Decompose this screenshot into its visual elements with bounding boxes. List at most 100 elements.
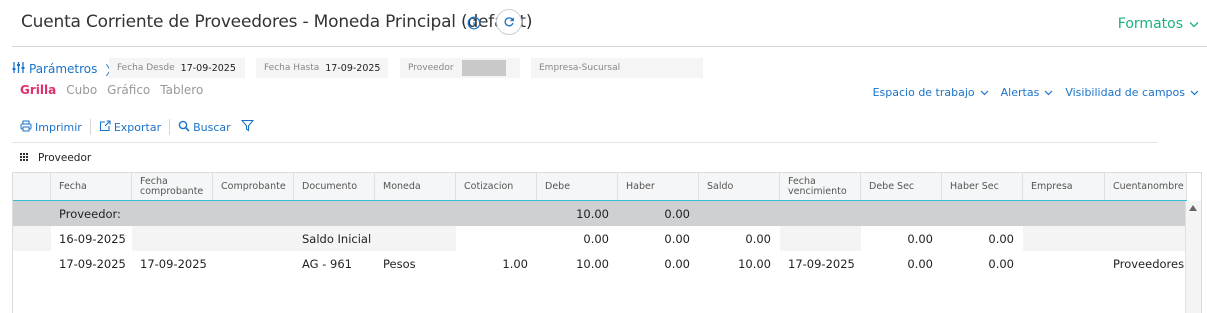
info-icon[interactable]	[467, 15, 481, 30]
col-saldo[interactable]: Saldo	[699, 173, 780, 200]
params-bar: Parámetros 〉	[12, 59, 118, 79]
filter-icon	[240, 119, 254, 135]
proveedor-field[interactable]: Proveedor	[400, 58, 520, 78]
col-debe-sec[interactable]: Debe Sec	[861, 173, 942, 200]
chevron-down-icon	[1190, 86, 1199, 99]
cell-fecha-vencimiento	[780, 226, 861, 251]
page-header: Cuenta Corriente de Proveedores - Moneda…	[0, 0, 1207, 48]
cell-documento: AG - 961	[302, 256, 352, 271]
search-label: Buscar	[193, 120, 231, 134]
tab-grilla[interactable]: Grilla	[20, 83, 56, 97]
cell-haber-sec: 0.00	[988, 256, 1014, 271]
cell-fecha-comprobante	[132, 226, 294, 251]
col-debe[interactable]: Debe	[537, 173, 618, 200]
cell-moneda: Pesos	[383, 256, 416, 271]
filter-button[interactable]	[240, 119, 254, 135]
export-label: Exportar	[113, 120, 162, 134]
cell-haber-sec: 0.00	[988, 231, 1014, 246]
row-indicator-header	[13, 173, 51, 200]
cell-debe-sec: 0.00	[907, 256, 933, 271]
vertical-scrollbar[interactable]	[1185, 201, 1201, 313]
cell-fecha: 16-09-2025	[59, 231, 126, 246]
alertas-dropdown[interactable]: Alertas	[1001, 86, 1054, 99]
fecha-desde-value: 17-09-2025	[180, 62, 236, 74]
scroll-up-arrow-icon[interactable]	[1189, 205, 1197, 211]
header-divider	[12, 46, 1207, 47]
fecha-desde-field[interactable]: Fecha Desde 17-09-2025	[109, 58, 245, 78]
table-row[interactable]: 16-09-2025 Saldo Inicial 0.00 0.00 0.00 …	[13, 226, 1187, 251]
cell-haber: 0.00	[664, 231, 690, 246]
group-by-area: Proveedor	[20, 151, 91, 165]
visibilidad-campos-label: Visibilidad de campos	[1065, 86, 1185, 99]
espacio-trabajo-dropdown[interactable]: Espacio de trabajo	[873, 86, 989, 99]
row-indicator	[13, 226, 51, 251]
search-icon	[178, 120, 190, 135]
proveedor-value-box	[461, 60, 506, 76]
fecha-desde-label: Fecha Desde	[117, 63, 175, 73]
tab-tablero[interactable]: Tablero	[160, 83, 203, 97]
col-haber-sec[interactable]: Haber Sec	[942, 173, 1023, 200]
chevron-down-icon	[1189, 16, 1199, 32]
cell-comprobante	[213, 251, 294, 276]
proveedor-label: Proveedor	[408, 63, 454, 73]
col-cuentanombre[interactable]: Cuentanombre	[1105, 173, 1187, 200]
table-row[interactable]: 17-09-2025 17-09-2025 AG - 961 Pesos 1.0…	[13, 251, 1187, 276]
cell-debe: 10.00	[576, 256, 609, 271]
alertas-label: Alertas	[1000, 86, 1040, 99]
col-empresa[interactable]: Empresa	[1023, 173, 1105, 200]
col-cotizacion[interactable]: Cotizacion	[456, 173, 537, 200]
params-label: Parámetros	[29, 62, 98, 76]
printer-icon	[20, 120, 32, 135]
toolbar-divider-line	[12, 142, 1158, 143]
right-links: Espacio de trabajo Alertas Visibilidad d…	[873, 86, 1199, 99]
cell-debe: 0.00	[583, 231, 609, 246]
toolbar-divider	[89, 119, 91, 135]
sliders-icon	[12, 61, 25, 77]
col-fecha[interactable]: Fecha	[51, 173, 132, 200]
fecha-hasta-label: Fecha Hasta	[264, 63, 320, 73]
group-label: Proveedor:	[59, 206, 121, 221]
cell-empresa	[1023, 226, 1187, 251]
col-haber[interactable]: Haber	[618, 173, 699, 200]
cell-saldo: 10.00	[738, 256, 771, 271]
grid-dots-icon[interactable]	[20, 152, 28, 164]
fecha-hasta-field[interactable]: Fecha Hasta 17-09-2025	[256, 58, 388, 78]
grid-header: Fecha Fecha comprobante Comprobante Docu…	[13, 173, 1187, 201]
cell-fecha: 17-09-2025	[59, 256, 126, 271]
refresh-button[interactable]	[496, 9, 522, 35]
view-tabs: Grilla Cubo Gráfico Tablero	[20, 83, 203, 97]
export-icon	[99, 119, 111, 135]
col-documento[interactable]: Documento	[294, 173, 375, 200]
data-grid: Fecha Fecha comprobante Comprobante Docu…	[12, 172, 1202, 313]
export-button[interactable]: Exportar	[99, 119, 162, 135]
cell-documento: Saldo Inicial	[294, 226, 456, 251]
print-button[interactable]: Imprimir	[20, 120, 82, 135]
col-fecha-vencimiento[interactable]: Fecha vencimiento	[780, 173, 861, 200]
cell-haber: 0.00	[664, 256, 690, 271]
cell-cuentanombre: Proveedores	[1113, 256, 1185, 271]
empresa-sucursal-label: Empresa-Sucursal	[539, 63, 621, 73]
cell-cotizacion: 1.00	[502, 256, 528, 271]
col-moneda[interactable]: Moneda	[375, 173, 456, 200]
cell-fecha-vencimiento: 17-09-2025	[788, 256, 855, 271]
search-button[interactable]: Buscar	[178, 120, 231, 135]
group-by-chip[interactable]: Proveedor	[38, 152, 91, 164]
group-row[interactable]: Proveedor: 10.00 0.00	[13, 201, 1187, 226]
cell-debe-sec: 0.00	[907, 231, 933, 246]
formatos-label: Formatos	[1117, 16, 1183, 32]
cell-fecha-comprobante: 17-09-2025	[140, 256, 207, 271]
formatos-dropdown[interactable]: Formatos	[1118, 16, 1199, 32]
col-comprobante[interactable]: Comprobante	[213, 173, 294, 200]
cell-empresa	[1023, 251, 1105, 276]
empresa-sucursal-field[interactable]: Empresa-Sucursal	[531, 58, 703, 78]
grid-toolbar: Imprimir Exportar Buscar	[20, 119, 254, 135]
tab-grafico[interactable]: Gráfico	[107, 83, 150, 97]
print-label: Imprimir	[35, 120, 82, 134]
visibilidad-campos-dropdown[interactable]: Visibilidad de campos	[1065, 86, 1199, 99]
params-toggle[interactable]: Parámetros 〉	[12, 60, 118, 79]
toolbar-divider	[169, 119, 171, 135]
chevron-down-icon	[1044, 86, 1053, 99]
espacio-trabajo-label: Espacio de trabajo	[872, 86, 975, 99]
col-fecha-comprobante[interactable]: Fecha comprobante	[132, 173, 213, 200]
tab-cubo[interactable]: Cubo	[66, 83, 97, 97]
